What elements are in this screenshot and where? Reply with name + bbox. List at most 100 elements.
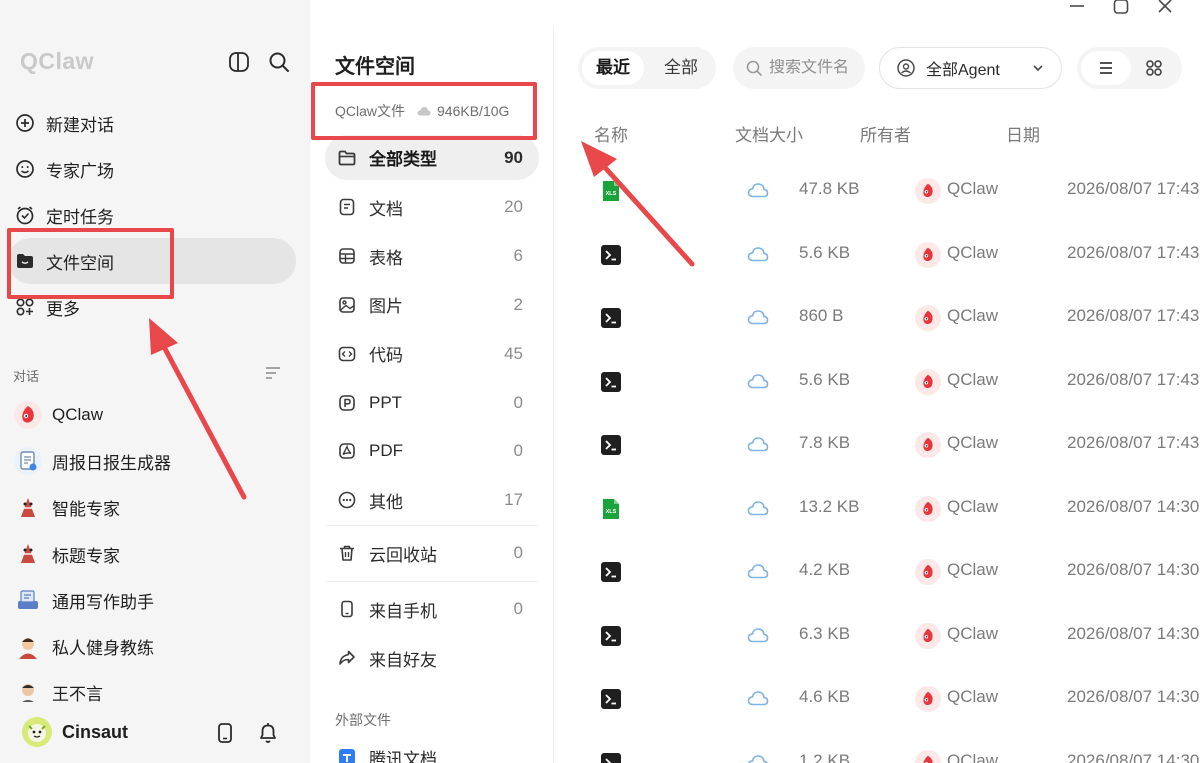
bell-icon[interactable]: [257, 721, 279, 745]
nav-scheduled-tasks[interactable]: 定时任务: [8, 192, 296, 238]
category-label: 表格: [369, 248, 403, 268]
table-row[interactable]: 1.2 KB QClaw 2026/08/07 14:30: [555, 730, 1200, 763]
grid-plus-icon: [14, 296, 36, 318]
grid-view-icon[interactable]: [1129, 51, 1179, 85]
file-owner: QClaw: [947, 560, 999, 579]
nav-more[interactable]: 更多: [8, 284, 296, 330]
agent-select[interactable]: 全部Agent: [879, 47, 1062, 89]
table-row[interactable]: 7.8 KB QClaw 2026/08/07 17:43: [555, 412, 1200, 476]
phone-icon[interactable]: [214, 721, 236, 745]
sidebar-toggle-icon[interactable]: [227, 50, 251, 74]
qclaw-avatar-icon: [915, 686, 941, 712]
external-tencent-docs[interactable]: 腾讯文档: [325, 733, 539, 763]
xls-file-icon: XLS: [600, 498, 622, 520]
category-code[interactable]: 代码 45: [325, 329, 539, 378]
column-name[interactable]: 名称: [594, 121, 628, 146]
user-name[interactable]: Cinsaut: [62, 722, 128, 743]
file-size: 13.2 KB: [799, 496, 860, 516]
file-owner: QClaw: [947, 369, 999, 389]
table-row[interactable]: XLS 13.2 KB QClaw 2026/08/07 14:30: [555, 476, 1200, 540]
column-size[interactable]: 文档大小: [735, 121, 803, 146]
source-list: 来自手机 0 来自好友: [325, 585, 539, 683]
table-row[interactable]: 6.3 KB QClaw 2026/08/07 14:30: [555, 603, 1200, 667]
trash-icon: [337, 543, 357, 563]
tencent-docs-icon: [337, 747, 357, 763]
category-label: 图片: [369, 297, 403, 317]
category-label: 代码: [369, 346, 403, 366]
minimize-icon[interactable]: [1068, 0, 1086, 16]
conversation-list: QClaw 周报日报生成器 智能专家 标题专家 通用写作助手 私人健身教练 王不…: [8, 392, 296, 702]
category-from-phone[interactable]: 来自手机 0: [325, 585, 539, 634]
conversation-label: 周报日报生成器: [52, 453, 171, 473]
terminal-file-icon: [600, 625, 622, 647]
conversation-item[interactable]: 智能专家: [8, 485, 296, 531]
category-all[interactable]: 全部类型 90: [325, 135, 539, 180]
column-owner[interactable]: 所有者: [860, 121, 911, 146]
category-documents[interactable]: 文档 20: [325, 183, 539, 232]
category-list: 全部类型 90 文档 20 表格 6 图片 2 代码 45 PPT 0 PDF …: [325, 135, 539, 525]
terminal-file-icon: [600, 561, 622, 583]
report-avatar-icon: [14, 447, 42, 476]
nav-file-space[interactable]: 文件空间: [8, 238, 296, 284]
category-pdf[interactable]: PDF 0: [325, 427, 539, 476]
category-label: 来自手机: [369, 601, 437, 621]
more-dots-icon: [337, 490, 357, 510]
terminal-file-icon: [600, 307, 622, 329]
file-owner: QClaw: [947, 179, 999, 198]
conversation-item[interactable]: 通用写作助手: [8, 577, 296, 623]
file-size: 5.6 KB: [799, 242, 851, 262]
file-date: 2026/08/07 14:30: [1067, 623, 1200, 643]
conversation-label: 标题专家: [52, 546, 120, 566]
category-spreadsheets[interactable]: 表格 6: [325, 232, 539, 281]
category-count: 45: [504, 343, 523, 363]
sort-icon[interactable]: [264, 365, 282, 381]
table-row[interactable]: 4.2 KB QClaw 2026/08/07 14:30: [555, 539, 1200, 603]
qclaw-avatar-icon: [915, 495, 941, 522]
storage-info: QClaw文件 946KB/10G: [335, 101, 509, 121]
panel-title: 文件空间: [335, 56, 415, 78]
conversation-item[interactable]: QClaw: [8, 392, 296, 438]
list-view-icon[interactable]: [1081, 51, 1131, 85]
conversation-item[interactable]: 周报日报生成器: [8, 438, 296, 484]
category-count: 20: [504, 197, 523, 217]
cloud-icon: [747, 499, 769, 517]
table-row[interactable]: 5.6 KB QClaw 2026/08/07 17:43: [555, 222, 1200, 286]
table-icon: [337, 246, 357, 266]
divider: [325, 581, 539, 582]
tab-recent[interactable]: 最近: [582, 51, 644, 85]
table-row[interactable]: 5.6 KB QClaw 2026/08/07 17:43: [555, 349, 1200, 413]
nav-label: 定时任务: [46, 207, 114, 227]
category-other[interactable]: 其他 17: [325, 476, 539, 525]
clock-icon: [14, 204, 36, 226]
qclaw-avatar-icon: [915, 559, 941, 585]
search-icon[interactable]: [267, 50, 291, 74]
category-from-friends[interactable]: 来自好友: [325, 634, 539, 683]
file-date: 2026/08/07 17:43: [1067, 242, 1200, 262]
maximize-icon[interactable]: [1112, 0, 1130, 16]
column-date[interactable]: 日期: [1006, 121, 1040, 146]
conversation-item[interactable]: 私人健身教练: [8, 623, 296, 669]
search-input[interactable]: [769, 59, 859, 77]
tab-all[interactable]: 全部: [650, 51, 712, 85]
category-ppt[interactable]: PPT 0: [325, 378, 539, 427]
conversation-item[interactable]: 标题专家: [8, 531, 296, 577]
file-owner: QClaw: [947, 496, 999, 516]
table-row[interactable]: 860 B QClaw 2026/08/07 17:43: [555, 285, 1200, 349]
close-icon[interactable]: [1156, 0, 1174, 16]
user-avatar[interactable]: [22, 717, 52, 747]
file-size: 4.2 KB: [799, 560, 851, 579]
table-row[interactable]: 4.6 KB QClaw 2026/08/07 14:30: [555, 666, 1200, 730]
table-row[interactable]: XLS 47.8 KB QClaw 2026/08/07 17:43: [555, 158, 1200, 222]
file-date: 2026/08/07 17:43: [1067, 306, 1200, 325]
lobster-avatar-icon: [14, 540, 42, 568]
smile-icon: [14, 158, 36, 180]
storage-usage: 946KB/10G: [437, 103, 510, 119]
nav-new-chat[interactable]: 新建对话: [8, 100, 296, 146]
conversation-item[interactable]: 王不言: [8, 670, 296, 702]
file-space-panel: 文件空间 QClaw文件 946KB/10G 全部类型 90 文档 20 表格 …: [310, 28, 554, 763]
category-recycle-bin[interactable]: 云回收站 0: [325, 529, 539, 578]
category-images[interactable]: 图片 2: [325, 281, 539, 330]
nav-expert-plaza[interactable]: 专家广场: [8, 146, 296, 192]
ppt-icon: [337, 393, 357, 413]
file-list: XLS 47.8 KB QClaw 2026/08/07 17:43 5.6 KB QCl…: [555, 158, 1200, 763]
